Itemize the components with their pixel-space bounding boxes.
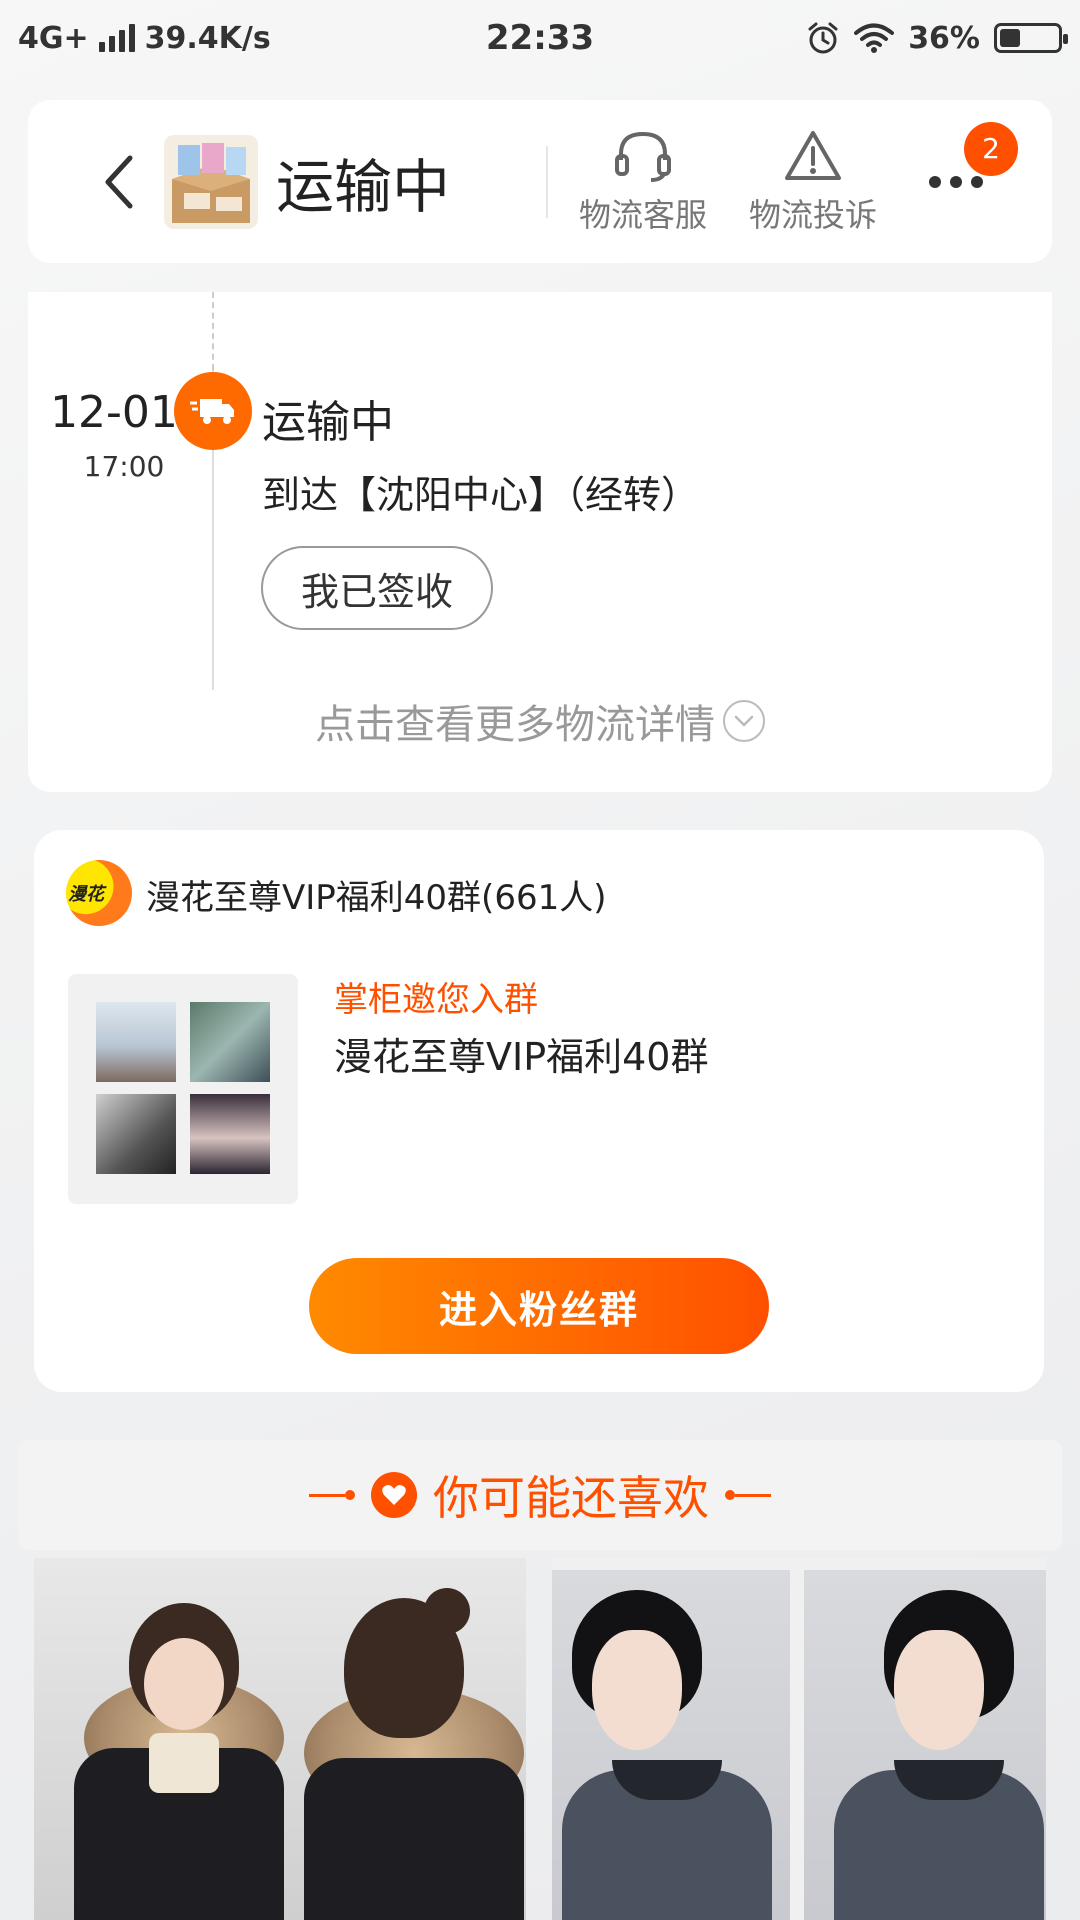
more-logistics-link[interactable]: 点击查看更多物流详情: [28, 692, 1052, 750]
timeline-status: 运输中: [262, 397, 394, 448]
product-image-right: [804, 1570, 1046, 1920]
timeline-dashed-line: [212, 292, 214, 370]
join-fan-group-button[interactable]: 进入粉丝群: [309, 1258, 769, 1354]
wifi-icon: [854, 23, 895, 53]
parcel-box-icon: [172, 142, 250, 223]
chevron-down-icon: [723, 700, 765, 742]
signal-icon: [98, 24, 135, 52]
notification-badge: 2: [964, 121, 1019, 176]
product-card-uniform[interactable]: [552, 1558, 1046, 1920]
battery-percent: 36%: [908, 20, 980, 56]
member-avatar: [190, 1002, 270, 1082]
alarm-icon: [808, 22, 838, 54]
product-image-left: [552, 1570, 790, 1920]
shop-logo: 漫花: [66, 860, 132, 926]
timeline-time: 17:00: [83, 450, 165, 483]
fan-group-card: 漫花 漫花至尊VIP福利40群(661人) 掌柜邀您入群 漫花至尊VIP福利40…: [34, 830, 1044, 1392]
timeline-date: 12-01: [50, 387, 178, 438]
invite-group-title: 漫花至尊VIP福利40群: [334, 1035, 709, 1079]
decor-left: [309, 1490, 355, 1500]
logistics-complaint-label: 物流投诉: [749, 195, 878, 234]
status-bar: 4G+ 39.4K/s 22:33 36%: [0, 0, 1080, 76]
member-avatar: [96, 1094, 176, 1174]
warning-icon: [785, 130, 842, 180]
back-button[interactable]: [80, 142, 160, 222]
invite-label: 掌柜邀您入群: [334, 980, 538, 1020]
group-name: 漫花至尊VIP福利40群(661人): [146, 878, 607, 918]
confirm-received-button[interactable]: 我已签收: [261, 546, 493, 630]
more-menu-button[interactable]: 2: [916, 121, 1019, 222]
member-avatar: [190, 1094, 270, 1174]
divider: [546, 145, 549, 218]
member-avatar: [96, 1002, 176, 1082]
heart-icon: [371, 1472, 417, 1518]
recommend-title: 你可能还喜欢: [433, 1471, 709, 1525]
decor-right: [725, 1490, 771, 1500]
product-image: [34, 1558, 526, 1920]
battery-icon: [994, 23, 1068, 53]
status-right: 36%: [806, 20, 1068, 56]
page-header: 运输中 物流客服 物流投诉 2: [28, 100, 1052, 263]
more-logistics-label: 点击查看更多物流详情: [315, 702, 715, 748]
network-type: 4G+: [18, 20, 89, 56]
logistics-card: 12-01 17:00 运输中 到达【沈阳中心】（经转） 我已签收 点击查看更多…: [28, 292, 1052, 792]
status-left: 4G+ 39.4K/s: [18, 21, 271, 56]
logistics-complaint-button[interactable]: 物流投诉: [738, 128, 888, 236]
recommend-header: 你可能还喜欢: [18, 1440, 1062, 1550]
timeline-detail: 到达【沈阳中心】（经转）: [262, 473, 700, 517]
truck-icon: [174, 372, 252, 450]
logistics-service-button[interactable]: 物流客服: [568, 128, 718, 236]
shop-logo-text: 漫花: [68, 884, 104, 905]
chevron-left-icon: [105, 155, 133, 208]
group-avatar-grid: [68, 974, 298, 1204]
battery-fill: [1000, 29, 1020, 47]
logistics-service-label: 物流客服: [579, 195, 708, 234]
product-card-kids-coat[interactable]: [34, 1558, 526, 1920]
page-title: 运输中: [276, 152, 451, 221]
parcel-thumbnail: [164, 134, 258, 229]
network-speed: 39.4K/s: [144, 20, 271, 56]
headset-icon: [615, 131, 672, 182]
more-dots-icon: [929, 175, 984, 188]
